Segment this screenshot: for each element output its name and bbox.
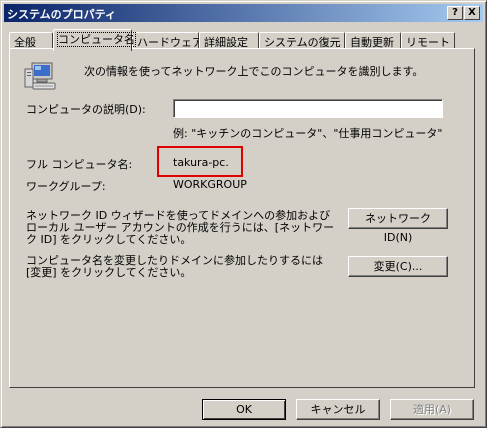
full-name-value: takura-pc.	[173, 156, 229, 169]
description-input[interactable]	[173, 99, 443, 118]
tab-system-restore[interactable]: システムの復元	[259, 32, 345, 49]
tab-label: コンピュータ名	[57, 32, 136, 47]
intro-text: 次の情報を使ってネットワーク上でこのコンピュータを識別します。	[84, 65, 424, 78]
tab-computer-name[interactable]: コンピュータ名	[53, 29, 136, 51]
system-properties-dialog: システムのプロパティ ? X 全般 コンピュータ名 ハードウェア 詳細設定 シス…	[0, 0, 487, 428]
help-button[interactable]: ?	[447, 6, 463, 20]
close-button[interactable]: X	[464, 6, 480, 20]
window-title: システムのプロパティ	[7, 8, 117, 21]
tab-general[interactable]: 全般	[9, 32, 53, 49]
tab-advanced[interactable]: 詳細設定	[199, 32, 259, 49]
workgroup-label: ワークグループ:	[26, 180, 106, 193]
example-text: 例: "キッチンのコンピュータ"、"仕事用コンピュータ"	[173, 127, 443, 140]
full-name-label: フル コンピュータ名:	[26, 158, 133, 171]
tab-remote[interactable]: リモート	[401, 32, 455, 49]
apply-button[interactable]: 適用(A)	[390, 399, 474, 420]
description-label: コンピュータの説明(D):	[26, 103, 146, 116]
computer-icon	[23, 61, 57, 93]
ok-button[interactable]: OK	[202, 399, 286, 420]
cancel-button[interactable]: キャンセル	[296, 399, 380, 420]
change-button[interactable]: 変更(C)...	[348, 256, 448, 277]
title-bar[interactable]: システムのプロパティ ? X	[4, 4, 483, 22]
tab-panel-computer-name: 次の情報を使ってネットワーク上でこのコンピュータを識別します。 コンピュータの説…	[9, 48, 475, 388]
network-id-text: ネットワーク ID ウィザードを使ってドメインへの参加およびローカル ユーザー …	[26, 209, 335, 246]
tab-automatic-updates[interactable]: 自動更新	[345, 32, 401, 49]
tab-hardware[interactable]: ハードウェア	[132, 32, 203, 49]
network-id-button[interactable]: ネットワーク ID(N)	[348, 208, 448, 244]
change-text: コンピュータ名を変更したりドメインに参加したりするには [変更] をクリックして…	[26, 254, 323, 279]
workgroup-value: WORKGROUP	[173, 178, 247, 191]
